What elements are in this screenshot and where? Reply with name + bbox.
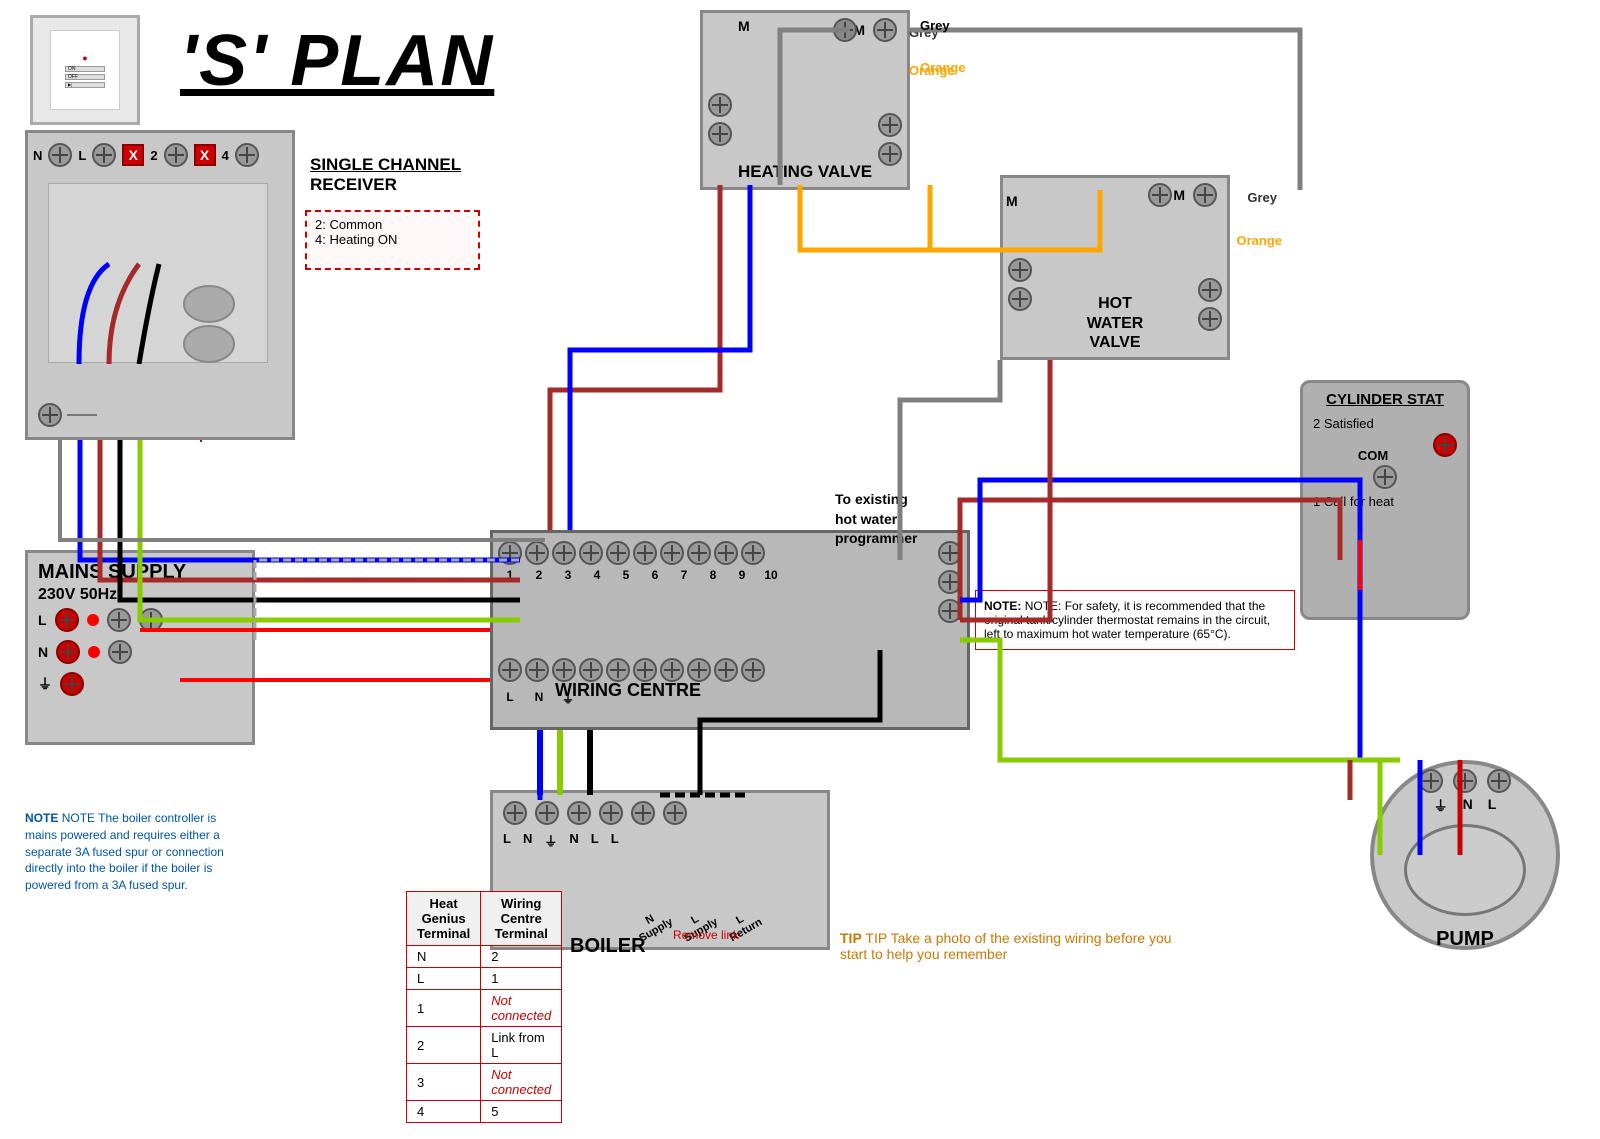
hot-water-valve-box: M Grey Orange HOTWATERVALVE — [1000, 175, 1230, 360]
programmer-label: To existinghot waterprogrammer — [835, 490, 917, 549]
main-container: 'S' PLAN ● ON OFF ▶| N L X 2 X 4 — [0, 0, 1600, 1139]
safety-note-box: NOTE: NOTE: For safety, it is recommende… — [975, 590, 1295, 650]
cylinder-stat-box: CYLINDER STAT 2 Satisfied COM 1 Call for… — [1300, 380, 1470, 620]
wiring-table-container: Heat Genius Terminal Wiring Centre Termi… — [200, 440, 202, 442]
tip-text: TIP TIP Take a photo of the existing wir… — [840, 930, 1190, 962]
receiver-box: N L X 2 X 4 — [25, 130, 295, 440]
boiler-label: BOILER — [570, 935, 646, 958]
motor-label-hotwater: M — [1006, 193, 1018, 209]
wiring-centre-label: WIRING CENTRE — [555, 680, 701, 701]
receiver-title: SINGLE CHANNEL RECEIVER — [310, 155, 461, 195]
thermostat-image: ● ON OFF ▶| — [30, 15, 140, 125]
receiver-info-box: 2: Common 4: Heating ON — [305, 210, 480, 270]
page-title: 'S' PLAN — [180, 20, 494, 102]
orange-label-heating: Orange — [920, 60, 966, 75]
mains-supply-box: MAINS SUPPLY 230V 50Hz L N ⏚ — [25, 550, 255, 745]
heating-valve-box: M Grey Orange HEATING VALVE — [700, 10, 910, 190]
boiler-note: NOTE NOTE The boiler controller is mains… — [25, 810, 235, 894]
grey-label-heating: Grey — [920, 18, 950, 33]
wiring-table: Heat Genius Terminal Wiring Centre Termi… — [406, 891, 562, 1123]
motor-label-heating: M — [738, 18, 750, 34]
pump-circle: ⏚NL PUMP — [1370, 760, 1560, 950]
